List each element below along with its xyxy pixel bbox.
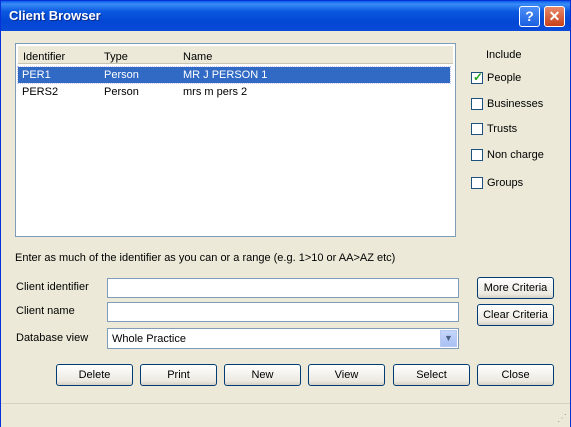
database-view-label: Database view [16,332,89,344]
trusts-label[interactable]: Trusts [487,123,517,135]
groups-checkbox[interactable] [471,177,483,189]
column-header-identifier[interactable]: Identifier [23,51,65,63]
more-criteria-button[interactable]: More Criteria [477,277,554,299]
select-button[interactable]: Select [393,364,470,386]
businesses-checkbox[interactable] [471,98,483,110]
status-bar: ⋰ [1,403,570,427]
trusts-checkbox[interactable] [471,123,483,135]
list-row-per1[interactable]: PER1 Person MR J PERSON 1 [17,66,451,84]
client-name-input[interactable] [107,302,459,322]
client-browser-window: Client Browser ? ✕ Identifier Type Name … [0,0,571,427]
client-name-label: Client name [16,305,75,317]
groups-label[interactable]: Groups [487,177,523,189]
view-button[interactable]: View [308,364,385,386]
window-title: Client Browser [9,8,101,23]
row-identifier: PER1 [22,69,51,81]
list-row-pers2[interactable]: PERS2 Person mrs m pers 2 [18,84,450,100]
clear-criteria-button[interactable]: Clear Criteria [477,304,554,326]
resize-grip-icon[interactable]: ⋰ [557,413,567,424]
people-checkbox[interactable]: ✓ [471,70,484,84]
check-icon: ✓ [473,70,484,84]
client-identifier-label: Client identifier [16,281,89,293]
non-charge-checkbox[interactable] [471,149,483,161]
delete-button[interactable]: Delete [56,364,133,386]
print-button[interactable]: Print [140,364,217,386]
row-name: MR J PERSON 1 [183,69,268,81]
title-bar: Client Browser ? ✕ [1,1,570,31]
list-header: Identifier Type Name [18,46,453,64]
column-header-name[interactable]: Name [183,51,212,63]
database-view-value: Whole Practice [112,333,186,345]
row-type: Person [104,69,139,81]
row-name: mrs m pers 2 [183,86,248,98]
include-heading: Include [486,49,522,61]
row-identifier: PERS2 [22,86,59,98]
people-label[interactable]: People [487,72,521,84]
businesses-label[interactable]: Businesses [487,98,543,110]
client-list[interactable]: Identifier Type Name PER1 Person MR J PE… [15,43,456,237]
non-charge-label[interactable]: Non charge [487,149,544,161]
search-hint: Enter as much of the identifier as you c… [15,252,396,264]
row-type: Person [104,86,139,98]
client-identifier-input[interactable] [107,278,459,298]
close-window-button[interactable]: ✕ [544,6,565,27]
database-view-select[interactable]: Whole Practice ▼ [107,328,459,349]
new-button[interactable]: New [224,364,301,386]
close-button[interactable]: Close [477,364,554,386]
help-button[interactable]: ? [519,6,540,27]
column-header-type[interactable]: Type [104,51,128,63]
chevron-down-icon[interactable]: ▼ [440,330,457,347]
